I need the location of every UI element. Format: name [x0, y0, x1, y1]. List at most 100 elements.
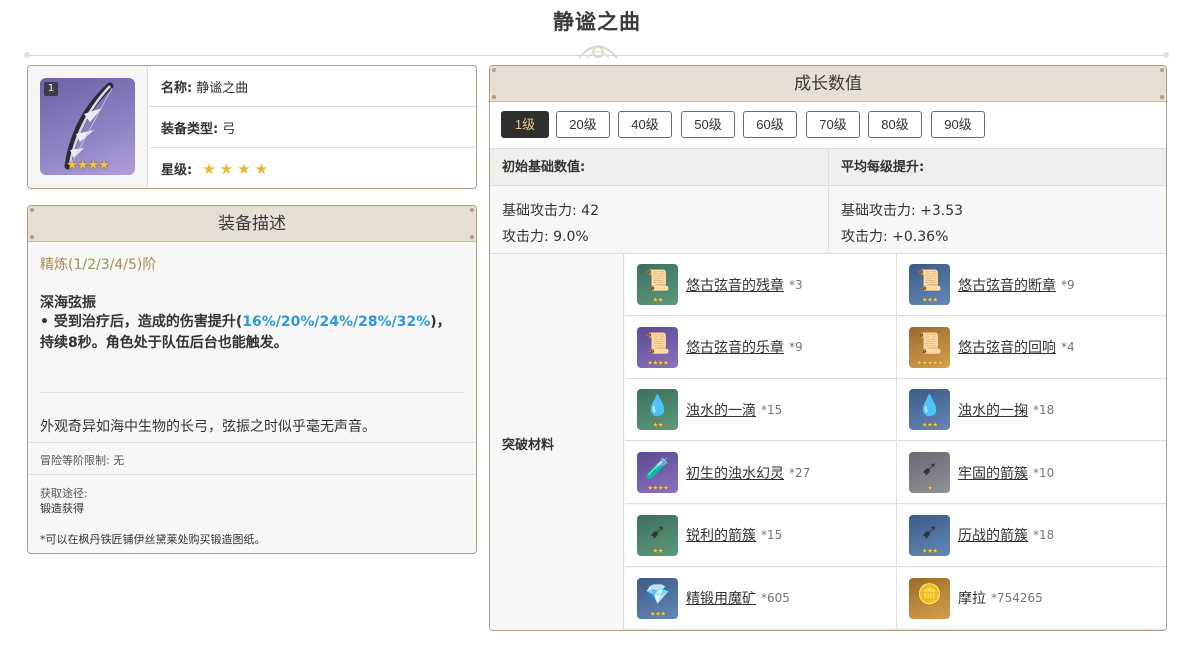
type-value: 弓	[222, 121, 236, 137]
material-glyph: 📜	[917, 268, 942, 292]
scroll-icon[interactable]: 📜 ★★★	[909, 264, 950, 305]
description-card: 装备描述 精炼(1/2/3/4/5)阶 深海弦振 • 受到治疗后，造成的伤害提升…	[27, 205, 477, 554]
level-tab-20[interactable]: 20级	[556, 111, 610, 138]
crystal-ore-icon[interactable]: 💎 ★★★	[637, 577, 678, 619]
material-item: ➹ ★★ 锐利的箭簇 *15	[625, 504, 896, 567]
material-name-link[interactable]: 悠古弦音的回响	[958, 337, 1056, 357]
info-row-name: 名称: 静谧之曲	[149, 66, 476, 107]
material-item: 🪙 摩拉 *754265	[896, 567, 1166, 630]
corner-dot	[470, 208, 474, 212]
divider-end-dot	[1163, 52, 1169, 58]
material-item: 📜 ★★★★★ 悠古弦音的回响 *4	[896, 316, 1166, 379]
forging-note: *可以在枫丹铁匠铺伊丝黛莱处购买锻造图纸。	[40, 533, 266, 546]
material-name-link[interactable]: 初生的浊水幻灵	[686, 463, 784, 483]
material-name-link: 摩拉	[958, 591, 986, 607]
materials-label-cell: 突破材料	[490, 254, 624, 630]
scroll-icon[interactable]: 📜 ★★	[637, 264, 678, 305]
arrowhead-icon[interactable]: ➹ ★★	[637, 514, 678, 556]
material-count: *4	[1061, 340, 1075, 355]
skill-name: 深海弦振	[40, 295, 96, 311]
material-glyph: 💧	[645, 393, 670, 418]
material-item: 💎 ★★★ 精锻用魔矿 *605	[625, 567, 896, 630]
initial-base-atk: 基础攻击力: 42	[502, 203, 599, 219]
material-name-link[interactable]: 悠古弦音的断章	[958, 275, 1056, 295]
weapon-rarity-stars: ★★★★	[66, 158, 110, 173]
description-title: 装备描述	[218, 214, 286, 234]
source-label: 获取途径:	[40, 487, 88, 500]
material-rarity-stars: ★★★	[649, 609, 667, 618]
flavor-text: 外观奇异如海中生物的长弓，弦振之时似乎毫无声音。	[40, 419, 376, 435]
material-count: *15	[761, 528, 783, 543]
type-label: 装备类型:	[161, 121, 219, 137]
material-rarity-stars: ★	[926, 484, 933, 493]
material-count: *9	[789, 340, 803, 355]
droplet-icon[interactable]: 💧 ★★	[637, 389, 678, 431]
name-value: 静谧之曲	[196, 80, 249, 96]
material-rarity-stars: ★★★	[921, 296, 939, 304]
material-glyph: 📜	[645, 268, 670, 292]
initial-stats: 基础攻击力: 42 攻击力: 9.0%	[490, 186, 828, 254]
refine-badge: 1	[44, 82, 58, 96]
corner-dot	[492, 68, 496, 72]
material-name-link[interactable]: 悠古弦音的残章	[686, 275, 784, 295]
material-name-link[interactable]: 悠古弦音的乐章	[686, 337, 784, 357]
material-rarity-stars: ★★	[652, 296, 664, 304]
material-item: 💧 ★★★ 浊水的一掬 *18	[896, 379, 1166, 442]
material-glyph: ➹	[921, 518, 938, 543]
material-glyph: 🧪	[645, 456, 670, 481]
droplet-icon[interactable]: 💧 ★★★	[909, 389, 950, 431]
material-name-link[interactable]: 锐利的箭簇	[686, 525, 756, 545]
star-icon: ★	[219, 159, 234, 178]
flask-icon[interactable]: 🧪 ★★★★	[637, 452, 678, 494]
material-count: *605	[761, 591, 790, 605]
material-count: *27	[789, 465, 811, 480]
info-row-rarity: 星级: ★ ★ ★ ★	[149, 148, 476, 188]
material-count: *18	[1033, 402, 1055, 417]
material-glyph: ➹	[921, 456, 938, 481]
corner-dot	[492, 95, 496, 99]
level-tab-80[interactable]: 80级	[868, 111, 922, 138]
material-item: 🧪 ★★★★ 初生的浊水幻灵 *27	[625, 442, 896, 505]
rarity-stars: ★ ★ ★ ★	[202, 160, 272, 178]
weapon-thumbnail-cell: 1 ★★★★	[28, 66, 148, 188]
arrowhead-icon[interactable]: ➹ ★	[909, 452, 950, 494]
level-selector: 1级 20级 40级 50级 60级 70级 80级 90级	[490, 102, 1166, 149]
material-count: *18	[1033, 528, 1055, 543]
corner-dot	[30, 235, 34, 239]
bow-icon[interactable]: 1 ★★★★	[40, 78, 135, 175]
scroll-icon[interactable]: 📜 ★★★★	[637, 326, 678, 368]
material-name-link[interactable]: 浊水的一滴	[686, 400, 756, 420]
material-name-link[interactable]: 精锻用魔矿	[686, 588, 756, 608]
material-item: 📜 ★★★★ 悠古弦音的乐章 *9	[625, 316, 896, 379]
material-item: 📜 ★★ 悠古弦音的残章 *3	[625, 254, 896, 316]
material-rarity-stars: ★★★	[921, 546, 939, 555]
growth-title: 成长数值	[794, 74, 862, 94]
material-item: ➹ ★★★ 历战的箭簇 *18	[896, 504, 1166, 567]
star-icon: ★	[237, 159, 251, 178]
material-item: 💧 ★★ 浊水的一滴 *15	[625, 379, 896, 442]
material-name-link[interactable]: 历战的箭簇	[958, 525, 1028, 545]
scroll-icon[interactable]: 📜 ★★★★★	[909, 326, 950, 368]
growth-header: 成长数值	[490, 66, 1166, 102]
level-tab-60[interactable]: 60级	[743, 111, 797, 138]
initial-sub-stat: 攻击力: 9.0%	[502, 229, 589, 245]
description-divider	[40, 392, 464, 393]
refine-levels: 精炼(1/2/3/4/5)阶	[40, 257, 157, 273]
level-tab-70[interactable]: 70级	[806, 111, 860, 138]
level-tab-90[interactable]: 90级	[931, 111, 985, 138]
info-row-type: 装备类型: 弓	[149, 107, 476, 148]
material-rarity-stars: ★★★★	[646, 484, 669, 493]
material-rarity-stars: ★★★★	[646, 358, 669, 367]
material-count: *3	[789, 277, 803, 292]
level-tab-40[interactable]: 40级	[618, 111, 672, 138]
rarity-label: 星级:	[161, 163, 193, 178]
material-name-link[interactable]: 浊水的一掬	[958, 400, 1028, 420]
material-glyph: 📜	[917, 330, 942, 355]
level-tab-50[interactable]: 50级	[681, 111, 735, 138]
level-tab-1[interactable]: 1级	[501, 111, 549, 138]
arrowhead-icon[interactable]: ➹ ★★★	[909, 514, 950, 556]
mora-coin-icon[interactable]: 🪙	[909, 577, 950, 619]
adventure-rank-limit: 冒险等阶限制: 无	[40, 454, 125, 467]
material-count: *10	[1033, 465, 1055, 480]
material-name-link[interactable]: 牢固的箭簇	[958, 463, 1028, 483]
